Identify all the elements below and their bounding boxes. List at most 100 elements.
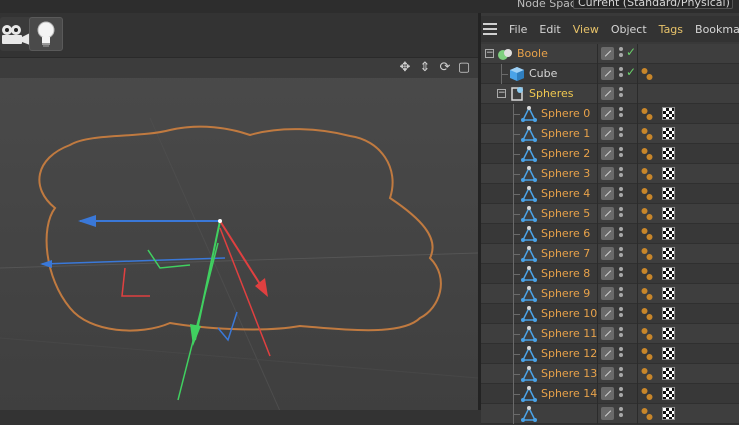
layer-visibility-icon[interactable] (601, 307, 614, 320)
menu-object[interactable]: Object (611, 23, 647, 36)
layer-visibility-icon[interactable] (601, 387, 614, 400)
editor-render-dots-icon[interactable] (619, 207, 623, 221)
material-tag-icon[interactable] (662, 307, 675, 320)
object-name[interactable]: Sphere 14 (541, 387, 597, 400)
object-row[interactable]: Sphere 2 (481, 144, 739, 164)
node-space-dropdown[interactable]: Current (Standard/Physical) (573, 0, 733, 9)
layer-visibility-icon[interactable] (601, 267, 614, 280)
move-view-icon[interactable]: ✥ (397, 60, 413, 76)
object-row[interactable]: Sphere 10 (481, 304, 739, 324)
editor-render-dots-icon[interactable] (619, 287, 623, 301)
layer-visibility-icon[interactable] (601, 127, 614, 140)
phong-tag-icon[interactable] (641, 147, 653, 161)
object-name[interactable]: Sphere 6 (541, 227, 590, 240)
editor-render-dots-icon[interactable] (619, 47, 623, 61)
material-tag-icon[interactable] (662, 407, 675, 420)
layer-visibility-icon[interactable] (601, 167, 614, 180)
editor-render-dots-icon[interactable] (619, 67, 623, 81)
editor-render-dots-icon[interactable] (619, 187, 623, 201)
layer-visibility-icon[interactable] (601, 247, 614, 260)
material-tag-icon[interactable] (662, 107, 675, 120)
editor-render-dots-icon[interactable] (619, 87, 623, 101)
phong-tag-icon[interactable] (641, 67, 653, 81)
material-tag-icon[interactable] (662, 187, 675, 200)
3d-viewport[interactable]: ✥ ⇕ ⟳ ▢ (0, 57, 478, 410)
phong-tag-icon[interactable] (641, 387, 653, 401)
material-tag-icon[interactable] (662, 247, 675, 260)
phong-tag-icon[interactable] (641, 407, 653, 421)
menu-bookmarks[interactable]: Bookmarks (695, 23, 739, 36)
editor-render-dots-icon[interactable] (619, 387, 623, 401)
editor-render-dots-icon[interactable] (619, 247, 623, 261)
light-button[interactable] (29, 17, 63, 51)
menu-tags[interactable]: Tags (659, 23, 683, 36)
object-row[interactable]: Sphere 9 (481, 284, 739, 304)
phong-tag-icon[interactable] (641, 127, 653, 141)
object-name[interactable]: Sphere 2 (541, 147, 590, 160)
layer-visibility-icon[interactable] (601, 347, 614, 360)
editor-render-dots-icon[interactable] (619, 267, 623, 281)
editor-render-dots-icon[interactable] (619, 327, 623, 341)
object-name[interactable]: Sphere 10 (541, 307, 597, 320)
object-name[interactable]: Sphere 0 (541, 107, 590, 120)
object-name[interactable]: Sphere 7 (541, 247, 590, 260)
object-name[interactable]: Sphere 13 (541, 367, 597, 380)
object-name[interactable]: Sphere 1 (541, 127, 590, 140)
phong-tag-icon[interactable] (641, 167, 653, 181)
dolly-view-icon[interactable]: ⇕ (417, 60, 433, 76)
layer-visibility-icon[interactable] (601, 207, 614, 220)
phong-tag-icon[interactable] (641, 307, 653, 321)
material-tag-icon[interactable] (662, 127, 675, 140)
phong-tag-icon[interactable] (641, 287, 653, 301)
layer-visibility-icon[interactable] (601, 187, 614, 200)
menu-edit[interactable]: Edit (539, 23, 560, 36)
object-name[interactable]: Sphere 9 (541, 287, 590, 300)
layer-visibility-icon[interactable] (601, 67, 614, 80)
object-row[interactable]: Sphere 3 (481, 164, 739, 184)
expand-toggle-icon[interactable]: − (485, 49, 494, 58)
object-name[interactable]: Sphere 8 (541, 267, 590, 280)
phong-tag-icon[interactable] (641, 207, 653, 221)
layer-visibility-icon[interactable] (601, 367, 614, 380)
editor-render-dots-icon[interactable] (619, 227, 623, 241)
phong-tag-icon[interactable] (641, 227, 653, 241)
material-tag-icon[interactable] (662, 167, 675, 180)
object-name[interactable]: Boole (517, 47, 548, 60)
editor-render-dots-icon[interactable] (619, 407, 623, 421)
enabled-check-icon[interactable]: ✓ (626, 65, 636, 79)
object-name[interactable]: Cube (529, 67, 557, 80)
maximize-view-icon[interactable]: ▢ (456, 60, 472, 76)
object-row[interactable] (481, 404, 739, 424)
phong-tag-icon[interactable] (641, 347, 653, 361)
layer-visibility-icon[interactable] (601, 287, 614, 300)
layer-visibility-icon[interactable] (601, 87, 614, 100)
phong-tag-icon[interactable] (641, 267, 653, 281)
object-row[interactable]: − Spheres (481, 84, 739, 104)
editor-render-dots-icon[interactable] (619, 307, 623, 321)
rotate-view-icon[interactable]: ⟳ (437, 60, 453, 76)
editor-render-dots-icon[interactable] (619, 147, 623, 161)
object-row[interactable]: Sphere 6 (481, 224, 739, 244)
editor-render-dots-icon[interactable] (619, 167, 623, 181)
object-name[interactable]: Sphere 4 (541, 187, 590, 200)
editor-render-dots-icon[interactable] (619, 347, 623, 361)
layer-visibility-icon[interactable] (601, 107, 614, 120)
hamburger-menu-icon[interactable] (483, 23, 497, 35)
phong-tag-icon[interactable] (641, 107, 653, 121)
material-tag-icon[interactable] (662, 347, 675, 360)
phong-tag-icon[interactable] (641, 327, 653, 341)
object-name[interactable]: Sphere 11 (541, 327, 597, 340)
object-row[interactable]: Sphere 4 (481, 184, 739, 204)
object-name[interactable]: Spheres (529, 87, 573, 100)
object-row[interactable]: Sphere 11 (481, 324, 739, 344)
object-row[interactable]: Sphere 5 (481, 204, 739, 224)
menu-view[interactable]: View (573, 23, 599, 36)
menu-file[interactable]: File (509, 23, 527, 36)
expand-toggle-icon[interactable]: − (497, 89, 506, 98)
object-row[interactable]: Sphere 8 (481, 264, 739, 284)
object-row[interactable]: Sphere 7 (481, 244, 739, 264)
phong-tag-icon[interactable] (641, 247, 653, 261)
object-name[interactable]: Sphere 5 (541, 207, 590, 220)
object-row[interactable]: Sphere 13 (481, 364, 739, 384)
enabled-check-icon[interactable]: ✓ (626, 45, 636, 59)
